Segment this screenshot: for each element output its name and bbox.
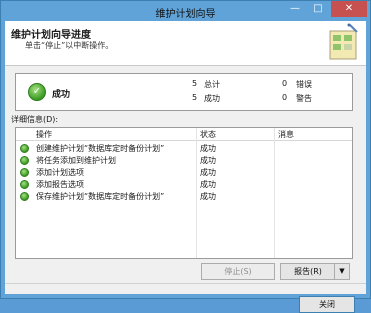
warning-label: 警告 bbox=[296, 94, 312, 103]
page-subtitle: 单击“停止”以中断操作。 bbox=[25, 41, 114, 50]
table-row[interactable]: 创建维护计划“数据库定时备份计划” 成功 bbox=[16, 142, 352, 153]
table-row[interactable]: 添加报告选项 成功 bbox=[16, 178, 352, 189]
table-row[interactable]: 保存维护计划“数据库定时备份计划” 成功 bbox=[16, 190, 352, 201]
row-operation: 添加计划选项 bbox=[36, 168, 84, 177]
row-status: 成功 bbox=[200, 180, 216, 189]
total-label: 总计 bbox=[204, 80, 220, 89]
column-header-status[interactable]: 状态 bbox=[200, 129, 216, 140]
row-status: 成功 bbox=[200, 144, 216, 153]
error-label: 错误 bbox=[296, 80, 312, 89]
success-label: 成功 bbox=[204, 94, 220, 103]
chevron-down-icon[interactable]: ▼ bbox=[334, 263, 350, 280]
close-window-icon[interactable]: ✕ bbox=[331, 1, 367, 17]
success-dot-icon bbox=[20, 144, 29, 153]
wizard-header: 维护计划向导进度 单击“停止”以中断操作。 bbox=[5, 21, 366, 66]
table-row[interactable]: 添加计划选项 成功 bbox=[16, 166, 352, 177]
details-label: 详细信息(D): bbox=[11, 115, 59, 124]
row-status: 成功 bbox=[200, 192, 216, 201]
success-dot-icon bbox=[20, 192, 29, 201]
success-dot-icon bbox=[20, 156, 29, 165]
row-operation: 将任务添加到维护计划 bbox=[36, 156, 116, 165]
title-bar[interactable]: 维护计划向导 — □ ✕ bbox=[1, 1, 370, 21]
success-dot-icon bbox=[20, 168, 29, 177]
overall-status: 成功 bbox=[52, 90, 71, 100]
success-dot-icon bbox=[20, 180, 29, 189]
success-count: 5 bbox=[192, 93, 198, 102]
details-table[interactable]: 操作 状态 消息 创建维护计划“数据库定时备份计划” 成功 将任务添加到维护计划… bbox=[15, 127, 353, 259]
page-title: 维护计划向导进度 bbox=[11, 30, 91, 41]
checkmark-icon: ✓ bbox=[28, 83, 46, 101]
row-status: 成功 bbox=[200, 168, 216, 177]
table-row[interactable]: 将任务添加到维护计划 成功 bbox=[16, 154, 352, 165]
report-button[interactable]: 报告(R) bbox=[280, 263, 336, 280]
maximize-icon[interactable]: □ bbox=[307, 1, 329, 17]
error-count: 0 bbox=[282, 79, 288, 88]
dialog-client: 维护计划向导进度 单击“停止”以中断操作。 ✓ 成功 5 总计 5 成功 0 错… bbox=[5, 21, 366, 313]
column-header-message[interactable]: 消息 bbox=[278, 129, 294, 140]
status-summary-panel: ✓ 成功 5 总计 5 成功 0 错误 0 警告 bbox=[15, 73, 353, 111]
column-header-operation[interactable]: 操作 bbox=[36, 129, 52, 140]
wizard-window: 维护计划向导 — □ ✕ 维护计划向导进度 单击“停止”以中断操作。 ✓ 成功 … bbox=[0, 0, 371, 313]
row-operation: 添加报告选项 bbox=[36, 180, 84, 189]
row-operation: 保存维护计划“数据库定时备份计划” bbox=[36, 192, 165, 201]
warning-count: 0 bbox=[282, 93, 288, 102]
row-status: 成功 bbox=[200, 156, 216, 165]
total-count: 5 bbox=[192, 79, 198, 88]
minimize-icon[interactable]: — bbox=[284, 1, 306, 17]
wizard-illustration-icon bbox=[329, 23, 358, 60]
stop-button[interactable]: 停止(S) bbox=[201, 263, 275, 280]
table-header: 操作 状态 消息 bbox=[16, 128, 352, 141]
row-operation: 创建维护计划“数据库定时备份计划” bbox=[36, 144, 165, 153]
footer-divider bbox=[5, 283, 366, 284]
